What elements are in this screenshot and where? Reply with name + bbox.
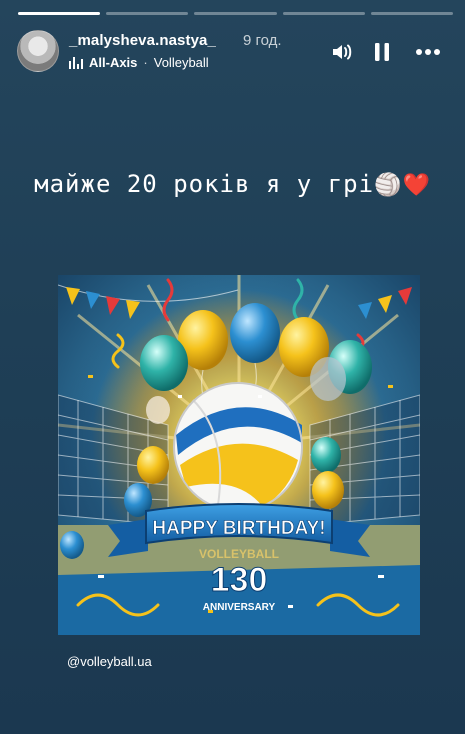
music-artist: All-Axis [89,55,138,70]
music-track: Volleyball [153,55,209,70]
progress-segment [282,12,365,15]
mention-sticker[interactable]: @volleyball.ua [67,654,152,669]
story-caption: майже 20 років я у грі🏐❤️ [0,170,465,198]
more-icon [415,48,441,56]
caption-emojis: 🏐❤️ [374,173,431,198]
avatar[interactable] [17,30,59,72]
caption-text: майже 20 років я у грі [34,170,375,198]
time-ago: 9 год. [243,32,282,49]
username[interactable]: _malysheva.nastya_ [69,32,216,49]
more-button[interactable] [414,38,442,66]
pause-icon [374,42,390,62]
music-sticker[interactable]: All-Axis · Volleyball [69,55,209,70]
music-bars-icon [69,56,83,69]
poster-banner-text: HAPPY BIRTHDAY! [152,518,325,539]
sound-icon [331,42,353,62]
poster-number: 130 [211,561,268,599]
poster-anniversary: ANNIVERSARY [203,602,276,613]
music-separator: · [143,55,148,70]
progress-segment [18,12,101,15]
birthday-poster-image: HAPPY BIRTHDAY! VOLLEYBALL 130 ANNIVERSA… [58,275,420,635]
pause-button[interactable] [368,38,396,66]
progress-segment [370,12,454,15]
poster-subtitle: VOLLEYBALL [199,547,279,561]
story-progress-bar [18,12,454,15]
progress-segment [194,12,277,15]
sound-button[interactable] [328,38,356,66]
progress-segment [106,12,189,15]
